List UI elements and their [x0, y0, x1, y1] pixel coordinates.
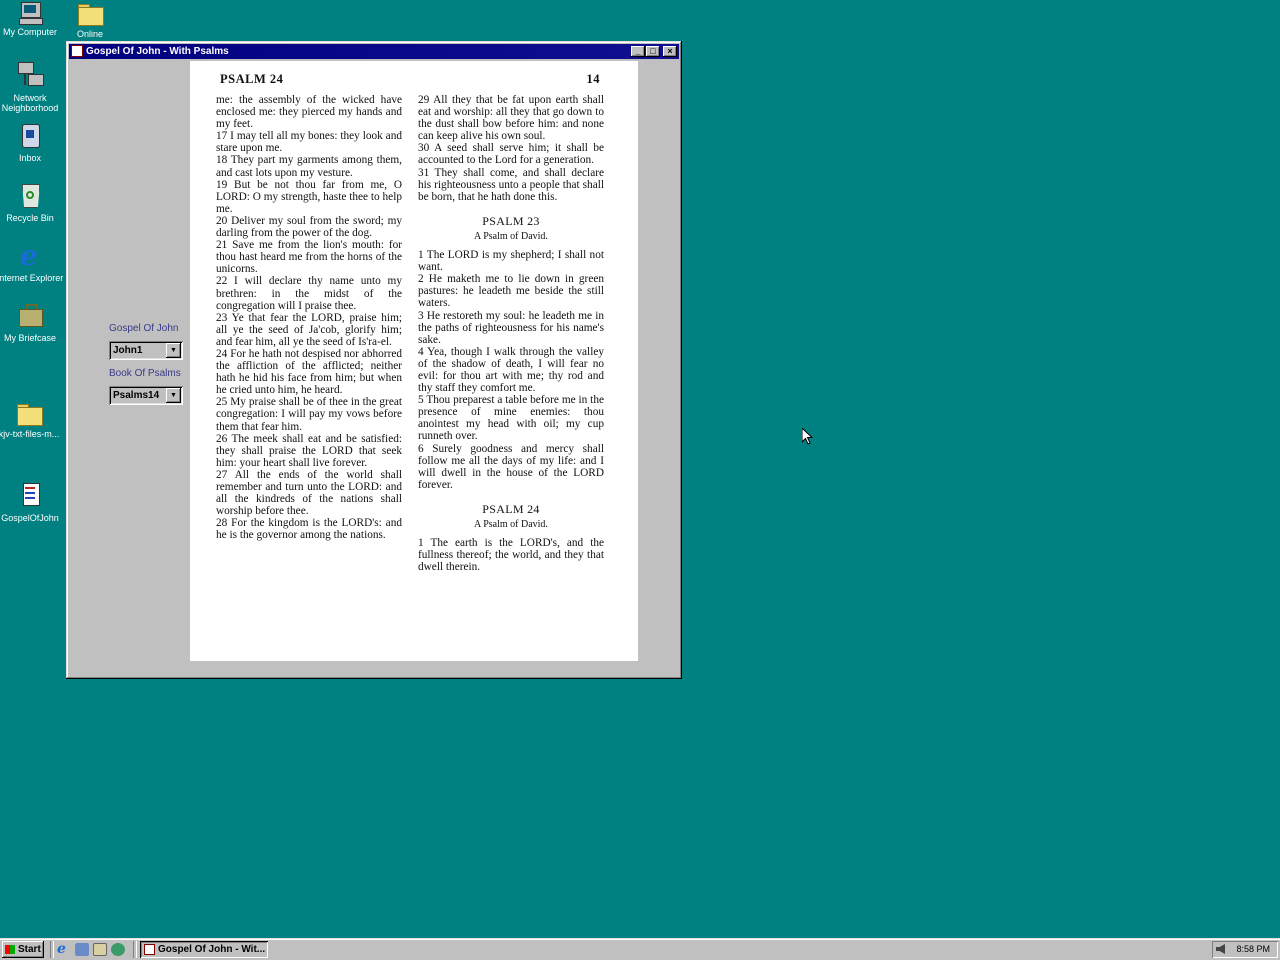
clock[interactable]: 8:58 PM: [1236, 944, 1270, 954]
verse: 25 My praise shall be of thee in the gre…: [216, 396, 402, 433]
gospel-chapter-select[interactable]: John1 ▼: [109, 341, 183, 360]
app-icon: [144, 944, 155, 955]
desktop-icon-label: My Briefcase: [3, 333, 56, 343]
inbox-icon: [16, 122, 44, 150]
desktop-icon-my-briefcase[interactable]: My Briefcase: [0, 302, 65, 343]
verse: 24 For he hath not despised nor abhorred…: [216, 347, 402, 397]
task-button-label: Gospel Of John - Wit...: [158, 944, 266, 955]
psalms-chapter-value: Psalms14: [113, 390, 160, 401]
desktop-icon-label: Network Neighborhood: [1, 93, 59, 113]
desktop-icon-label: Recycle Bin: [6, 213, 54, 223]
mouse-cursor-icon: [802, 428, 813, 445]
desktop-icon-internet-explorer[interactable]: e Internet Explorer: [0, 239, 65, 284]
psalm-heading: PSALM 23: [482, 213, 540, 228]
chevron-down-icon[interactable]: ▼: [166, 388, 181, 403]
gospel-chapter-value: John1: [113, 345, 143, 356]
verse: 27 All the ends of the world shall remem…: [216, 468, 402, 518]
channels-icon[interactable]: [111, 943, 125, 956]
outlook-express-icon[interactable]: [75, 943, 89, 956]
desktop-icon-label: Online: [76, 29, 103, 39]
folder-icon: [15, 402, 43, 426]
start-button[interactable]: Start: [2, 941, 44, 958]
task-button-gospel-of-john[interactable]: Gospel Of John - Wit...: [140, 941, 268, 958]
taskbar: Start e Gospel Of John - Wit... 8:58 PM: [0, 938, 1280, 960]
desktop-icon-gospel-of-john[interactable]: GospelOfJohn: [0, 482, 65, 523]
system-tray: 8:58 PM: [1212, 941, 1278, 958]
speaker-icon[interactable]: [1216, 944, 1225, 954]
gospel-label: Gospel Of John: [109, 323, 179, 334]
desktop-icon-label: kjv-txt-files-m...: [0, 429, 60, 439]
left-column: me: the assembly of the wicked have encl…: [216, 94, 402, 541]
verse: 19 But be not thou far from me, O LORD: …: [216, 178, 402, 215]
task-separator: [133, 941, 137, 958]
verse: 6 Surely goodness and mercy shall follow…: [418, 442, 604, 491]
desktop-icon-label: Internet Explorer: [0, 273, 64, 283]
verse: 4 Yea, though I walk through the valley …: [418, 345, 604, 395]
maximize-button[interactable]: □: [646, 46, 660, 57]
document-icon: [16, 482, 44, 510]
internet-explorer-icon: e: [20, 239, 38, 272]
title-bar[interactable]: Gospel Of John - With Psalms _ □ ×: [69, 44, 679, 59]
app-icon[interactable]: [71, 45, 83, 57]
computer-icon: [18, 2, 43, 25]
chevron-down-icon[interactable]: ▼: [166, 343, 181, 358]
psalm-superscription: A Psalm of David.: [474, 519, 548, 530]
desktop-icon-label: GospelOfJohn: [1, 513, 59, 523]
verse: 21 Save me from the lion's mouth: for th…: [216, 239, 402, 276]
verse: 23 Ye that fear the LORD, praise him; al…: [216, 311, 402, 348]
verse: 3 He restoreth my soul: he leadeth me in…: [418, 309, 604, 346]
show-desktop-icon[interactable]: [93, 943, 107, 956]
folder-icon: [76, 2, 104, 26]
briefcase-icon: [16, 302, 44, 330]
psalm-superscription: A Psalm of David.: [474, 230, 548, 242]
verse: 28 For the kingdom is the LORD's: and he…: [216, 517, 402, 542]
verse: 5 Thou preparest a table before me in th…: [418, 394, 604, 443]
desktop-icon-kjv-txt-files[interactable]: kjv-txt-files-m...: [0, 402, 64, 439]
desktop-icon-network-neighborhood[interactable]: Network Neighborhood: [0, 62, 65, 113]
network-icon: [16, 62, 44, 90]
verse: 18 They part my garments among them, and…: [216, 154, 402, 179]
app-window: Gospel Of John - With Psalms _ □ × Gospe…: [66, 41, 682, 679]
verse: 17 I may tell all my bones: they look an…: [216, 130, 402, 155]
verse: 26 The meek shall eat and be satisfied: …: [216, 432, 402, 469]
windows-logo-icon: [5, 945, 15, 954]
start-label: Start: [18, 944, 41, 955]
verse: 29 All they that be fat upon earth shall…: [418, 94, 604, 143]
close-button[interactable]: ×: [663, 46, 677, 57]
verse: 31 They shall come, and shall declare hi…: [418, 166, 604, 203]
verse: 22 I will declare thy name unto my breth…: [216, 275, 402, 312]
psalm-heading: PSALM 24: [482, 501, 540, 516]
window-title: Gospel Of John - With Psalms: [86, 46, 229, 57]
desktop-icon-online[interactable]: Online: [55, 2, 125, 39]
scripture-page: PSALM 24 14 me: the assembly of the wick…: [190, 61, 638, 661]
page-header-title: PSALM 24: [220, 72, 284, 86]
verse: 20 Deliver my soul from the sword; my da…: [216, 214, 402, 240]
desktop-icon-inbox[interactable]: Inbox: [0, 122, 65, 163]
internet-explorer-icon[interactable]: e: [57, 942, 71, 956]
right-column: 29 All they that be fat upon earth shall…: [418, 94, 604, 573]
minimize-button[interactable]: _: [631, 46, 645, 57]
psalms-label: Book Of Psalms: [109, 368, 181, 379]
desktop-icon-recycle-bin[interactable]: Recycle Bin: [0, 182, 65, 223]
verse: 1 The LORD is my shepherd; I shall not w…: [418, 249, 604, 274]
psalms-chapter-select[interactable]: Psalms14 ▼: [109, 386, 183, 405]
quick-launch-separator: [50, 941, 54, 958]
page-number: 14: [586, 72, 600, 86]
verse: me: the assembly of the wicked have encl…: [216, 94, 402, 131]
verse: 2 He maketh me to lie down in green past…: [418, 273, 604, 310]
verse: 1 The earth is the LORD's, and the fulln…: [418, 537, 604, 574]
desktop-icon-label: Inbox: [18, 153, 42, 163]
recycle-bin-icon: [16, 182, 44, 210]
verse: 30 A seed shall serve him; it shall be a…: [418, 142, 604, 167]
